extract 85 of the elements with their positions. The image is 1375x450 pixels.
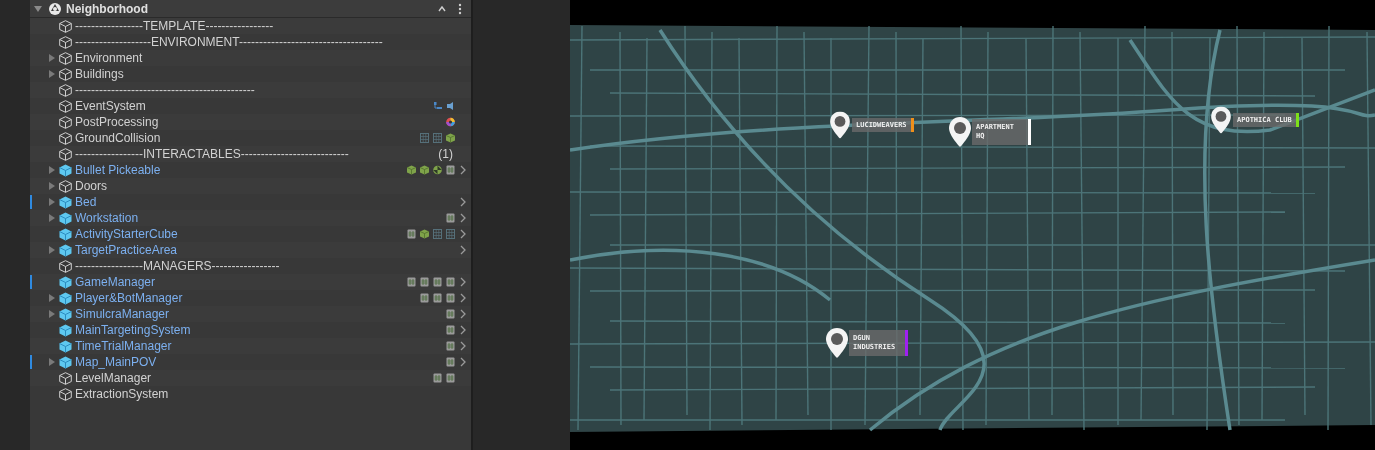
object-name[interactable]: GameManager	[75, 273, 156, 291]
expand-arrow[interactable]	[47, 165, 57, 175]
grid-icon	[433, 229, 442, 239]
color-wheel-icon	[446, 117, 455, 127]
script-icon	[433, 293, 442, 303]
object-name[interactable]: -------------------ENVIRONMENT------------------------------------	[75, 33, 383, 51]
script-icon	[433, 277, 442, 287]
cube-icon	[420, 229, 429, 239]
grid-icon	[433, 133, 442, 143]
open-prefab-button[interactable]	[459, 197, 467, 207]
kebab-icon	[458, 2, 462, 15]
instance-count: (1)	[438, 146, 453, 163]
object-name[interactable]: ---------------------------------------------	[75, 81, 255, 99]
map-pin-icon[interactable]	[1211, 106, 1231, 134]
triangle-icon	[48, 246, 56, 254]
open-prefab-button[interactable]	[459, 277, 467, 287]
object-name[interactable]: -----------------MANAGERS-----------------	[75, 257, 280, 275]
caret-icon	[438, 4, 446, 13]
triangle-icon	[33, 3, 43, 14]
expand-arrow[interactable]	[47, 357, 57, 367]
object-name[interactable]: TargetPracticeArea	[75, 241, 178, 259]
object-name[interactable]: Map_MainPOV	[75, 353, 157, 371]
expand-arrow[interactable]	[47, 213, 57, 223]
script-icon	[446, 213, 455, 223]
ball-icon	[433, 165, 442, 175]
open-prefab-button[interactable]	[459, 325, 467, 335]
expand-arrow[interactable]	[47, 293, 57, 303]
hierarchy-icon	[433, 101, 442, 111]
script-icon	[420, 277, 429, 287]
object-name[interactable]: SimulcraManager	[75, 305, 170, 323]
object-name[interactable]: MainTargetingSystem	[75, 321, 191, 339]
cube-icon	[446, 133, 455, 143]
object-name[interactable]: LevelManager	[75, 369, 152, 387]
open-prefab-button[interactable]	[459, 165, 467, 175]
script-icon	[446, 325, 455, 335]
expand-arrow[interactable]	[47, 197, 57, 207]
map-pin-icon[interactable]	[949, 117, 971, 147]
object-name[interactable]: Player&BotManager	[75, 289, 183, 307]
map-pin-icon[interactable]	[830, 111, 850, 139]
object-name[interactable]: Buildings	[75, 65, 124, 83]
object-name[interactable]: Doors	[75, 177, 107, 195]
cube-icon	[407, 165, 416, 175]
object-name[interactable]: Workstation	[75, 209, 139, 227]
triangle-icon	[48, 358, 56, 366]
open-prefab-button[interactable]	[459, 245, 467, 255]
object-name[interactable]: Environment	[75, 49, 143, 67]
object-name[interactable]: -----------------TEMPLATE-----------------	[75, 17, 274, 35]
open-prefab-button[interactable]	[459, 341, 467, 351]
speaker-icon	[446, 101, 455, 111]
scene-title: Neighborhood	[66, 0, 148, 18]
object-name[interactable]: GroundCollision	[75, 129, 161, 147]
object-name[interactable]: TimeTrialManager	[75, 337, 172, 355]
grid-icon	[420, 133, 429, 143]
script-icon	[433, 373, 442, 383]
chevron-icon	[460, 165, 466, 175]
script-icon	[446, 277, 455, 287]
script-icon	[446, 165, 455, 175]
open-prefab-button[interactable]	[459, 357, 467, 367]
script-icon	[446, 373, 455, 383]
cube-icon	[420, 165, 429, 175]
script-icon	[420, 293, 429, 303]
object-name[interactable]: ActivityStarterCube	[75, 225, 178, 243]
script-icon	[446, 357, 455, 367]
object-name[interactable]: PostProcessing	[75, 113, 159, 131]
object-name[interactable]: ExtractionSystem	[75, 385, 169, 403]
script-icon	[446, 309, 455, 319]
open-prefab-button[interactable]	[459, 213, 467, 223]
open-prefab-button[interactable]	[459, 229, 467, 239]
script-icon	[407, 277, 416, 287]
map-pin-icon[interactable]	[826, 328, 848, 358]
open-prefab-button[interactable]	[459, 293, 467, 303]
open-prefab-button[interactable]	[459, 309, 467, 319]
grid-icon	[446, 229, 455, 239]
expand-arrow[interactable]	[47, 53, 57, 63]
object-name[interactable]: Bullet Pickeable	[75, 161, 161, 179]
script-icon	[407, 229, 416, 239]
script-icon	[446, 341, 455, 351]
object-name[interactable]: -----------------INTERACTABLES---------------------------	[75, 145, 349, 163]
object-name[interactable]: EventSystem	[75, 97, 146, 115]
expand-arrow[interactable]	[47, 181, 57, 191]
script-icon	[446, 293, 455, 303]
expand-arrow[interactable]	[47, 69, 57, 79]
expand-arrow[interactable]	[47, 309, 57, 319]
object-name[interactable]: Bed	[75, 193, 97, 211]
expand-arrow[interactable]	[47, 245, 57, 255]
